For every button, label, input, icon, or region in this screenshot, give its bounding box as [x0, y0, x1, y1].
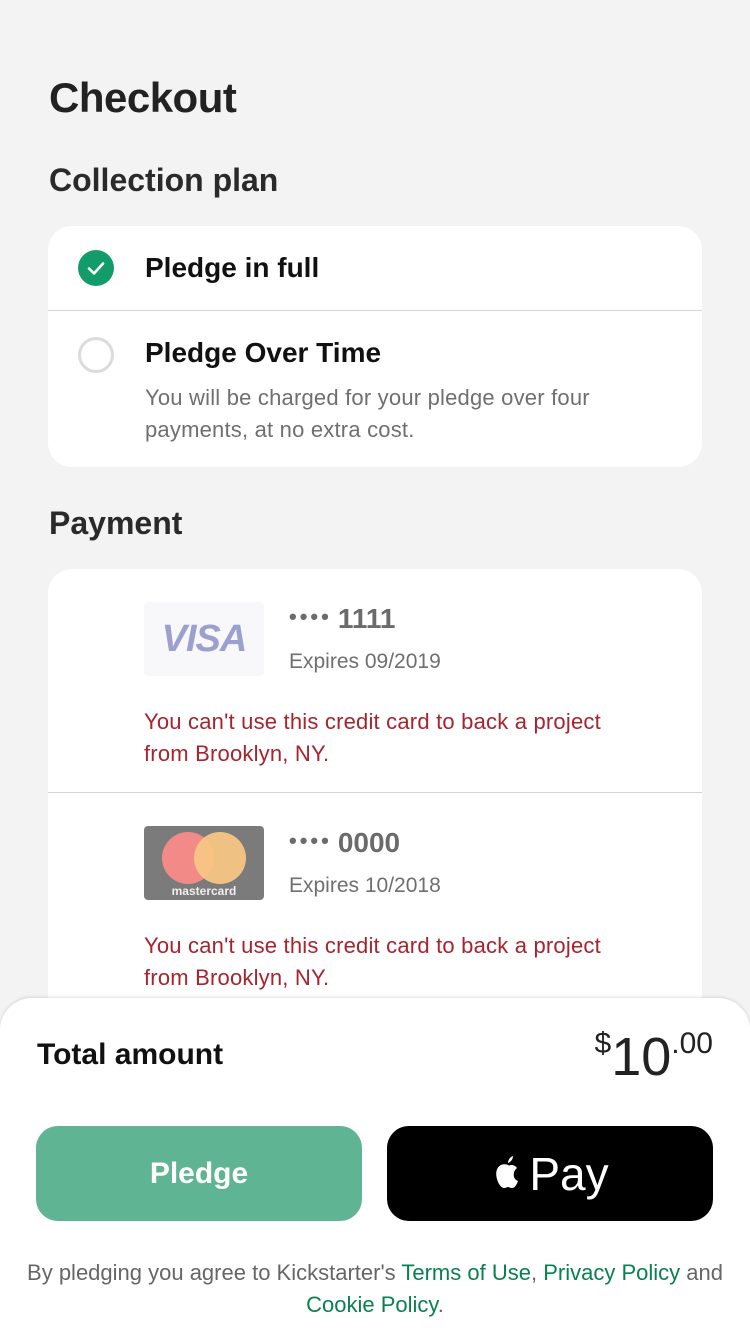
terms-link[interactable]: Terms of Use — [401, 1260, 531, 1285]
payment-card-list: VISA •••• 1111 Expires 09/2019 You can't … — [48, 569, 702, 1069]
option-label: Pledge in full — [145, 252, 320, 283]
apple-pay-button[interactable]: Pay — [387, 1126, 713, 1221]
payment-method-mastercard[interactable]: mastercard •••• 0000 Expires 10/2018 You … — [48, 793, 702, 1023]
legal-text: By pledging you agree to Kickstarter's T… — [27, 1260, 723, 1317]
privacy-policy-link[interactable]: Privacy Policy — [543, 1260, 680, 1285]
total-amount-label: Total amount — [37, 1038, 224, 1071]
total-amount-value: $10.00 — [594, 1027, 713, 1087]
card-expiry: Expires 09/2019 — [289, 650, 441, 673]
collection-plan-card: Pledge in full Pledge Over Time You will… — [48, 226, 702, 467]
card-error: You can't use this credit card to back a… — [144, 933, 601, 958]
pledge-button[interactable]: Pledge — [36, 1126, 362, 1221]
payment-heading: Payment — [49, 505, 183, 541]
option-pledge-over-time[interactable]: Pledge Over Time You will be charged for… — [48, 311, 702, 467]
collection-plan-heading: Collection plan — [49, 162, 279, 198]
card-number: •••• 1111 — [289, 603, 396, 634]
payment-method-visa[interactable]: VISA •••• 1111 Expires 09/2019 You can't … — [48, 569, 702, 792]
option-description: You will be charged for your pledge over… — [145, 385, 590, 410]
check-circle-icon — [78, 250, 114, 286]
visa-logo: VISA — [144, 602, 264, 676]
option-pledge-in-full[interactable]: Pledge in full — [48, 226, 702, 310]
card-error: from Brooklyn, NY. — [144, 965, 330, 990]
card-number: •••• 0000 — [289, 827, 401, 858]
card-error: from Brooklyn, NY. — [144, 741, 330, 766]
option-description: payments, at no extra cost. — [145, 417, 415, 442]
radio-unselected-icon — [78, 337, 114, 373]
card-error: You can't use this credit card to back a… — [144, 709, 601, 734]
mastercard-logo: mastercard — [144, 826, 264, 900]
apple-logo-icon — [496, 1155, 519, 1188]
checkout-footer-sheet: Total amount $10.00 Pledge Pay By pledgi… — [0, 998, 750, 1338]
page-title: Checkout — [49, 74, 237, 121]
card-expiry: Expires 10/2018 — [289, 874, 441, 897]
option-label: Pledge Over Time — [145, 337, 382, 368]
cookie-policy-link[interactable]: Cookie Policy — [306, 1292, 438, 1317]
